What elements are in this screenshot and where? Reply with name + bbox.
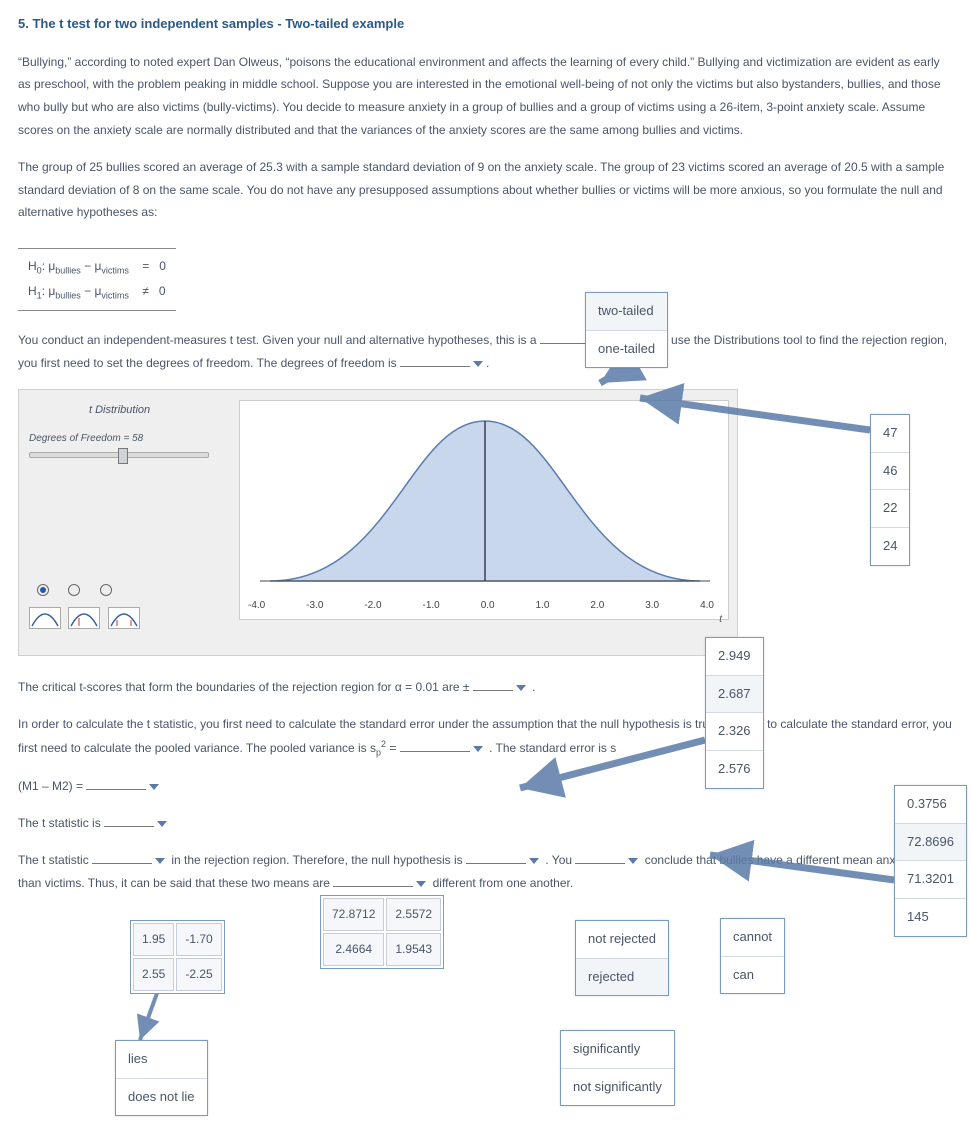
- paragraph-test-type: You conduct an independent-measures t te…: [18, 329, 952, 375]
- text-segment: You conduct an independent-measures t te…: [18, 333, 540, 347]
- m1-m2-line: (M1 – M2) =: [18, 775, 952, 798]
- option-does-not-lie[interactable]: does not lie: [116, 1079, 207, 1116]
- lie-options[interactable]: lies does not lie: [115, 1040, 208, 1116]
- se-options[interactable]: 0.3756 72.8696 71.3201 145: [894, 785, 967, 937]
- pooled-variance-options-table[interactable]: 72.87122.5572 2.46641.9543: [320, 895, 444, 969]
- slider-thumb[interactable]: [118, 448, 128, 464]
- option-se-1[interactable]: 0.3756: [895, 786, 966, 824]
- radio-curve-3[interactable]: [100, 584, 112, 596]
- chevron-down-icon[interactable]: [628, 858, 638, 864]
- option-df-47[interactable]: 47: [871, 415, 909, 453]
- cell[interactable]: 72.8712: [323, 898, 384, 931]
- cell[interactable]: 1.95: [133, 923, 174, 956]
- blank-t-stat[interactable]: [104, 817, 154, 827]
- blank-can[interactable]: [575, 854, 625, 864]
- option-lies[interactable]: lies: [116, 1041, 207, 1079]
- option-se-4[interactable]: 145: [895, 899, 966, 936]
- chevron-down-icon[interactable]: [516, 685, 526, 691]
- x-axis-ticks: -4.0-3.0-2.0-1.00.01.02.03.04.0: [240, 596, 722, 615]
- blank-sig[interactable]: [333, 877, 413, 887]
- cell[interactable]: -1.70: [176, 923, 221, 956]
- option-crit-2[interactable]: 2.687: [706, 676, 763, 714]
- option-not-rejected[interactable]: not rejected: [576, 921, 668, 959]
- df-slider[interactable]: [29, 452, 209, 458]
- tail-type-options[interactable]: two-tailed one-tailed: [585, 292, 668, 368]
- option-crit-3[interactable]: 2.326: [706, 713, 763, 751]
- cell[interactable]: 2.4664: [323, 933, 384, 966]
- hypotheses-block: H0: μbullies − μvictims = 0 H1: μbullies…: [18, 248, 176, 311]
- paragraph-pooled: In order to calculate the t statistic, y…: [18, 713, 952, 761]
- chevron-down-icon[interactable]: [155, 858, 165, 864]
- chevron-down-icon[interactable]: [473, 746, 483, 752]
- h1-row: H1: μbullies − μvictims ≠ 0: [28, 280, 166, 304]
- chevron-down-icon[interactable]: [149, 784, 159, 790]
- paragraph-conclusion: The t statistic in the rejection region.…: [18, 849, 952, 895]
- text-segment: . You: [545, 853, 575, 867]
- option-se-2[interactable]: 72.8696: [895, 824, 966, 862]
- chevron-down-icon[interactable]: [416, 881, 426, 887]
- cell[interactable]: 2.5572: [386, 898, 441, 931]
- option-one-tailed[interactable]: one-tailed: [586, 331, 667, 368]
- mini-curve-icon: [108, 607, 140, 629]
- chevron-down-icon[interactable]: [529, 858, 539, 864]
- text-segment: (M1 – M2) =: [18, 779, 86, 793]
- blank-critical-t[interactable]: [473, 681, 513, 691]
- chevron-down-icon[interactable]: [157, 821, 167, 827]
- blank-se[interactable]: [86, 780, 146, 790]
- option-cannot[interactable]: cannot: [721, 919, 784, 957]
- blank-reject[interactable]: [466, 854, 526, 864]
- option-df-22[interactable]: 22: [871, 490, 909, 528]
- option-df-46[interactable]: 46: [871, 453, 909, 491]
- text-segment: In order to calculate the t statistic, y…: [18, 717, 952, 755]
- x-axis-label: t: [719, 610, 722, 629]
- question-title: 5. The t test for two independent sample…: [18, 12, 952, 37]
- text-segment: The critical t-scores that form the boun…: [18, 680, 473, 694]
- radio-curve-1[interactable]: [37, 584, 49, 596]
- option-crit-1[interactable]: 2.949: [706, 638, 763, 676]
- option-rejected[interactable]: rejected: [576, 959, 668, 996]
- text-segment: different from one another.: [433, 876, 574, 890]
- paragraph-intro-1: “Bullying,” according to noted expert Da…: [18, 51, 952, 142]
- cell[interactable]: 2.55: [133, 958, 174, 991]
- df-options[interactable]: 47 46 22 24: [870, 414, 910, 566]
- blank-pooled-var[interactable]: [400, 742, 470, 752]
- sig-options[interactable]: significantly not significantly: [560, 1030, 675, 1106]
- text-segment: in the rejection region. Therefore, the …: [171, 853, 466, 867]
- blank-lies[interactable]: [92, 854, 152, 864]
- t-statistic-options-table[interactable]: 1.95-1.70 2.55-2.25: [130, 920, 225, 994]
- option-df-24[interactable]: 24: [871, 528, 909, 565]
- option-significantly[interactable]: significantly: [561, 1031, 674, 1069]
- text-segment: The t statistic is: [18, 816, 104, 830]
- reject-options[interactable]: not rejected rejected: [575, 920, 669, 996]
- text-segment: . The standard error is s: [489, 741, 616, 755]
- blank-df[interactable]: [400, 357, 470, 367]
- mini-curve-icon: [29, 607, 61, 629]
- paragraph-intro-2: The group of 25 bullies scored an averag…: [18, 156, 952, 224]
- h0-row: H0: μbullies − μvictims = 0: [28, 255, 166, 279]
- can-options[interactable]: cannot can: [720, 918, 785, 994]
- option-se-3[interactable]: 71.3201: [895, 861, 966, 899]
- option-crit-4[interactable]: 2.576: [706, 751, 763, 788]
- cell[interactable]: 1.9543: [386, 933, 441, 966]
- chevron-down-icon[interactable]: [473, 361, 483, 367]
- option-can[interactable]: can: [721, 957, 784, 994]
- text-segment: The t statistic: [18, 853, 92, 867]
- text-segment: =: [386, 741, 400, 755]
- option-two-tailed[interactable]: two-tailed: [586, 293, 667, 331]
- cell[interactable]: -2.25: [176, 958, 221, 991]
- mini-curve-icon: [68, 607, 100, 629]
- option-not-significantly[interactable]: not significantly: [561, 1069, 674, 1106]
- critical-t-options[interactable]: 2.949 2.687 2.326 2.576: [705, 637, 764, 789]
- paragraph-critical: The critical t-scores that form the boun…: [18, 676, 952, 699]
- radio-curve-2[interactable]: [68, 584, 80, 596]
- distributions-tool[interactable]: t Distribution Degrees of Freedom = 58 -…: [18, 389, 738, 656]
- t-statistic-line: The t statistic is: [18, 812, 952, 835]
- t-distribution-plot[interactable]: -4.0-3.0-2.0-1.00.01.02.03.04.0 t: [239, 400, 729, 620]
